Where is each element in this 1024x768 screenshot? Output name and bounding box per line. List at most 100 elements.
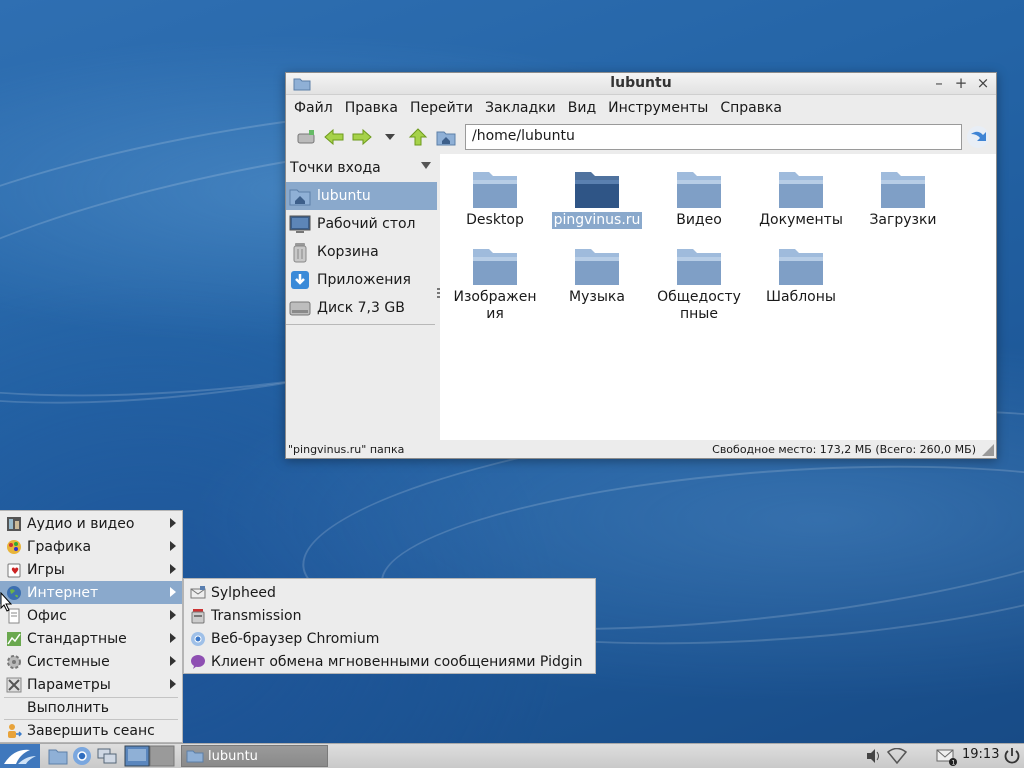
window-title: lubuntu	[610, 75, 672, 91]
folder-label: Документы	[759, 212, 843, 228]
folder-item[interactable]: Загрузки	[853, 168, 953, 229]
power-icon[interactable]	[1003, 747, 1021, 765]
folder-item[interactable]: Документы	[751, 168, 851, 229]
submenu-item-label: Клиент обмена мгновенными сообщениями Pi…	[211, 653, 583, 670]
path-input[interactable]: /home/lubuntu	[465, 124, 962, 150]
menu-item-logout[interactable]: Завершить сеанс	[0, 719, 182, 742]
workspace-switcher[interactable]	[124, 745, 176, 767]
folder-item[interactable]: Музыка	[547, 245, 647, 306]
resize-grip-icon[interactable]	[982, 444, 994, 456]
folder-icon	[186, 750, 204, 763]
torrent-icon	[189, 607, 207, 625]
menu-item-preferences[interactable]: Параметры	[0, 673, 182, 696]
folder-item[interactable]: Desktop	[445, 168, 545, 229]
preferences-icon	[5, 676, 23, 694]
maximize-button[interactable]: +	[952, 74, 970, 92]
sidebar-item-applications[interactable]: Приложения	[286, 266, 437, 294]
chevron-right-icon	[170, 679, 176, 689]
taskbar-window-button[interactable]: lubuntu	[181, 745, 328, 767]
home-button[interactable]	[432, 124, 460, 150]
submenu-item-transmission[interactable]: Transmission	[184, 604, 595, 627]
sidebar-item-desktop[interactable]: Рабочий стол	[286, 210, 437, 238]
toolbar: /home/lubuntu	[286, 121, 996, 153]
folder-label: Общедоступные	[657, 289, 741, 322]
folder-item[interactable]: Общедоступные	[649, 245, 749, 323]
history-dropdown-button[interactable]	[376, 124, 404, 150]
sidebar-mode-selector[interactable]: Точки входа	[286, 154, 437, 182]
up-button[interactable]	[404, 124, 432, 150]
menu-item-audio-video[interactable]: Аудио и видео	[0, 512, 182, 535]
menu-tools[interactable]: Инструменты	[602, 100, 714, 116]
menu-file[interactable]: Файл	[288, 100, 339, 116]
back-button[interactable]	[320, 124, 348, 150]
submenu-item-sylpheed[interactable]: Sylpheed	[184, 581, 595, 604]
file-manager-launcher-icon[interactable]	[48, 747, 68, 765]
statusbar: "pingvinus.ru" папка Свободное место: 17…	[286, 440, 996, 458]
menu-view[interactable]: Вид	[562, 100, 602, 116]
chromium-launcher-icon[interactable]	[72, 746, 92, 766]
arrow-right-icon	[352, 128, 372, 146]
menu-item-label: Офис	[27, 607, 67, 624]
folder-icon	[473, 172, 517, 208]
go-arrow-icon	[967, 126, 989, 148]
start-menu: Аудио и видео Графика ♥ Игры Интернет Оф…	[0, 510, 183, 743]
new-tab-button[interactable]	[292, 124, 320, 150]
lubuntu-menu-icon[interactable]	[0, 744, 40, 768]
content-area: Точки входа lubuntu Рабочий стол Корзина…	[286, 154, 996, 441]
chevron-right-icon	[170, 610, 176, 620]
svg-text:1: 1	[952, 760, 956, 767]
taskbar-panel: lubuntu 1 19:13	[0, 743, 1024, 768]
sidebar-divider	[286, 324, 435, 325]
sidebar-item-label: Диск 7,3 GB	[317, 300, 405, 316]
clock[interactable]: 19:13	[962, 747, 999, 762]
volume-icon[interactable]	[865, 748, 883, 764]
sidebar-item-label: Рабочий стол	[317, 216, 416, 232]
menu-item-label: Игры	[27, 561, 65, 578]
menu-item-label: Завершить сеанс	[27, 722, 155, 739]
submenu-item-pidgin[interactable]: Клиент обмена мгновенными сообщениями Pi…	[184, 650, 595, 673]
folder-item[interactable]: Шаблоны	[751, 245, 851, 306]
submenu-item-label: Transmission	[211, 607, 302, 624]
folder-label: pingvinus.ru	[551, 212, 643, 229]
internet-submenu: Sylpheed Transmission Веб-браузер Chromi…	[183, 578, 596, 674]
menu-item-accessories[interactable]: Стандартные	[0, 627, 182, 650]
chevron-right-icon	[170, 587, 176, 597]
menu-item-graphics[interactable]: Графика	[0, 535, 182, 558]
menu-help[interactable]: Справка	[714, 100, 788, 116]
folder-label: Изображения	[453, 289, 537, 322]
forward-button[interactable]	[348, 124, 376, 150]
menu-item-run[interactable]: Выполнить	[0, 696, 182, 719]
menu-go[interactable]: Перейти	[404, 100, 479, 116]
chevron-right-icon	[170, 518, 176, 528]
system-icon	[5, 653, 23, 671]
chevron-right-icon	[170, 633, 176, 643]
minimize-button[interactable]: –	[930, 74, 948, 92]
menu-item-internet[interactable]: Интернет	[0, 581, 182, 604]
go-button[interactable]	[966, 125, 990, 149]
menu-item-office[interactable]: Офис	[0, 604, 182, 627]
sidebar-item-disk[interactable]: Диск 7,3 GB	[286, 294, 437, 322]
menu-edit[interactable]: Правка	[339, 100, 404, 116]
sidebar-item-home[interactable]: lubuntu	[286, 182, 437, 210]
pidgin-icon	[189, 653, 207, 671]
menu-item-games[interactable]: ♥ Игры	[0, 558, 182, 581]
folder-item[interactable]: pingvinus.ru	[547, 168, 647, 229]
file-manager-window: lubuntu – + × Файл Правка Перейти Заклад…	[285, 72, 997, 459]
chevron-right-icon	[170, 541, 176, 551]
chevron-right-icon	[170, 656, 176, 666]
taskbar-window-label: lubuntu	[208, 748, 258, 764]
menu-bookmarks[interactable]: Закладки	[479, 100, 562, 116]
menu-item-label: Интернет	[27, 584, 99, 601]
window-titlebar[interactable]: lubuntu – + ×	[286, 73, 996, 95]
close-button[interactable]: ×	[974, 74, 992, 92]
folder-label: Desktop	[466, 212, 524, 228]
notification-icon[interactable]: 1	[936, 748, 958, 766]
folder-item[interactable]: Видео	[649, 168, 749, 229]
network-icon[interactable]	[887, 748, 907, 764]
sidebar-item-trash[interactable]: Корзина	[286, 238, 437, 266]
chromium-icon	[189, 630, 207, 648]
folder-item[interactable]: Изображения	[445, 245, 545, 323]
menu-item-system[interactable]: Системные	[0, 650, 182, 673]
submenu-item-chromium[interactable]: Веб-браузер Chromium	[184, 627, 595, 650]
window-switcher-icon[interactable]	[97, 747, 117, 765]
